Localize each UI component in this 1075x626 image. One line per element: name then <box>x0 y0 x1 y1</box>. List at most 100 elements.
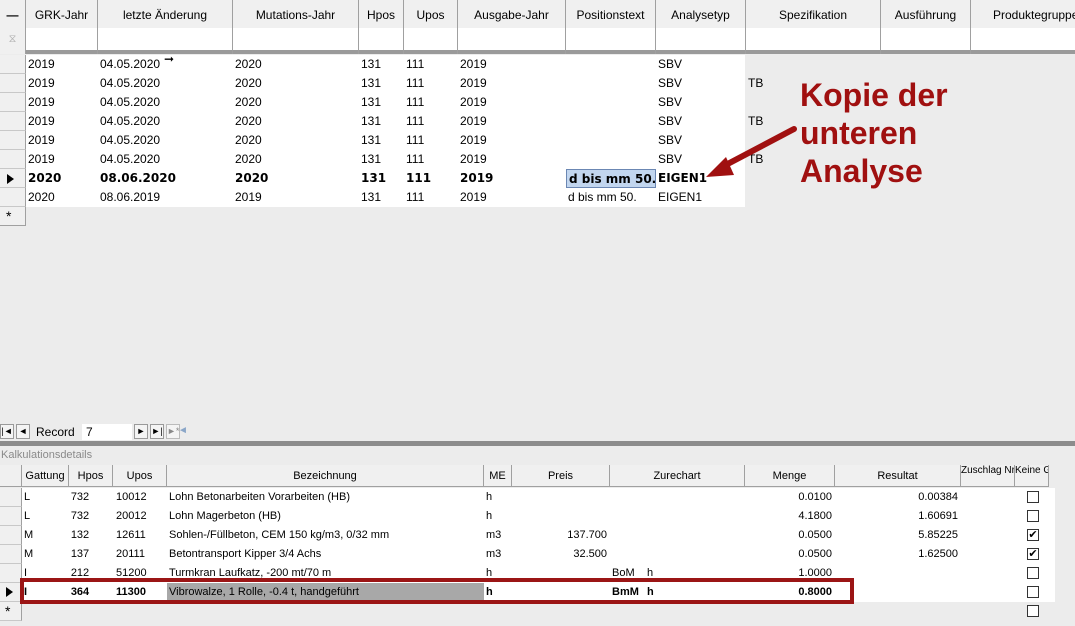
keine-gl-checkbox[interactable] <box>1027 586 1039 598</box>
record-number-input[interactable]: 7 <box>82 424 132 440</box>
cell-result[interactable]: 5.85225 <box>835 526 958 545</box>
cell-upos[interactable]: 111 <box>406 74 424 93</box>
filter-positionstext[interactable] <box>566 28 656 54</box>
record-selector[interactable] <box>0 112 26 131</box>
column-header-produktegruppe[interactable]: Produktegruppe <box>971 0 1075 28</box>
record-selector[interactable] <box>0 93 26 112</box>
filter-mutations-jahr[interactable] <box>233 28 359 54</box>
column-header-analysetyp[interactable]: Analysetyp <box>656 0 746 28</box>
cell-mut[interactable]: 2020 <box>235 131 262 150</box>
cell-result[interactable]: 0.00384 <box>835 488 958 507</box>
cell-grk[interactable]: 2019 <box>28 131 55 150</box>
cell-typ[interactable]: SBV <box>658 112 682 131</box>
column-header-upos[interactable]: Upos <box>404 0 458 28</box>
record-selector[interactable] <box>0 583 22 602</box>
record-selector[interactable] <box>0 131 26 150</box>
record-selector[interactable] <box>0 55 26 74</box>
column-header-bezeichnung[interactable]: Bezeichnung <box>167 465 484 487</box>
cell-gattung[interactable]: L <box>24 507 30 526</box>
cell-ausg[interactable]: 2019 <box>460 55 487 74</box>
cell-pos[interactable]: d bis mm 50. <box>566 169 656 188</box>
table-row[interactable]: 2019 04.05.2020 2020 131 111 2019 SBV ➞ <box>0 52 1075 74</box>
record-selector[interactable] <box>0 74 26 93</box>
cell-gattung[interactable]: M <box>24 545 33 564</box>
cell-spez[interactable]: TB <box>748 74 763 93</box>
keine-gl-checkbox[interactable]: ✔ <box>1027 529 1039 541</box>
cell-aend[interactable]: 04.05.2020 <box>100 93 160 112</box>
column-header-mutations-jahr[interactable]: Mutations-Jahr <box>233 0 359 28</box>
cell-grk[interactable]: 2019 <box>28 93 55 112</box>
cell-grk[interactable]: 2019 <box>28 74 55 93</box>
detail-row[interactable]: M 137 20111 Betontransport Kipper 3/4 Achs m… <box>0 545 1055 564</box>
keine-gl-checkbox[interactable] <box>1027 510 1039 522</box>
cell-aend[interactable]: 04.05.2020 <box>100 112 160 131</box>
keine-gl-checkbox[interactable] <box>1027 491 1039 503</box>
column-header-spezifikation[interactable]: Spezifikation <box>746 0 881 28</box>
column-header-hpos[interactable]: Hpos <box>359 0 404 28</box>
cell-upos[interactable]: 111 <box>406 112 424 131</box>
first-record-button[interactable]: |◄ <box>0 424 14 439</box>
keine-gl-checkbox[interactable] <box>1027 567 1039 579</box>
cell-preis[interactable] <box>512 488 607 507</box>
next-record-button[interactable]: ► <box>134 424 148 439</box>
cell-typ[interactable]: SBV <box>658 150 682 169</box>
cell-hpos[interactable]: 131 <box>361 93 381 112</box>
cell-mut[interactable]: 2020 <box>235 93 262 112</box>
cell-mut[interactable]: 2020 <box>235 150 262 169</box>
column-header-gattung[interactable]: Gattung <box>22 465 69 487</box>
column-header-ausfuehrung[interactable]: Ausführung <box>881 0 971 28</box>
column-header-menge[interactable]: Menge <box>745 465 835 487</box>
cell-typ[interactable]: SBV <box>658 93 682 112</box>
cell-preis[interactable]: 137.700 <box>512 526 607 545</box>
column-header-zurechart[interactable]: Zurechart <box>610 465 745 487</box>
filter-produktegruppe[interactable] <box>971 28 1075 54</box>
cell-ausg[interactable]: 2019 <box>460 131 487 150</box>
cell-upos[interactable]: 111 <box>406 150 424 169</box>
cell-typ[interactable]: SBV <box>658 55 682 74</box>
cell-aend[interactable]: 04.05.2020 <box>100 74 160 93</box>
cell-me[interactable]: m3 <box>486 545 501 564</box>
cell-aend[interactable]: 08.06.2020 <box>100 169 176 188</box>
cell-bez[interactable]: Betontransport Kipper 3/4 Achs <box>169 545 321 564</box>
cell-upos[interactable]: 111 <box>406 188 424 207</box>
cell-result[interactable]: 1.62500 <box>835 545 958 564</box>
record-selector[interactable] <box>0 150 26 169</box>
cell-typ[interactable]: SBV <box>658 74 682 93</box>
record-selector[interactable] <box>0 488 22 507</box>
keine-gl-checkbox[interactable] <box>1027 605 1039 617</box>
cell-me[interactable]: h <box>486 488 492 507</box>
column-header-zuschlag-nr[interactable]: Zuschlag Nr <box>961 465 1015 487</box>
new-record-selector[interactable]: * <box>0 207 26 226</box>
cell-hpos[interactable]: 131 <box>361 131 381 150</box>
cell-hpos[interactable]: 131 <box>361 74 381 93</box>
cell-upos[interactable]: 111 <box>406 55 424 74</box>
cell-menge[interactable]: 0.0500 <box>745 545 832 564</box>
cell-upos[interactable]: 12611 <box>116 526 146 545</box>
cell-ausg[interactable]: 2019 <box>460 93 487 112</box>
subform-corner[interactable] <box>0 465 22 487</box>
cell-aend[interactable]: 04.05.2020 <box>100 150 160 169</box>
column-header-positionstext[interactable]: Positionstext <box>566 0 656 28</box>
cell-upos[interactable]: 111 <box>406 93 424 112</box>
cell-grk[interactable]: 2019 <box>28 55 55 74</box>
last-record-button[interactable]: ►| <box>150 424 164 439</box>
column-header-keine-gl[interactable]: Keine GL <box>1015 465 1049 487</box>
table-row[interactable]: 2020 08.06.2019 2019 131 111 2019 d bis mm 50.… <box>0 188 1075 207</box>
cell-ausg[interactable]: 2019 <box>460 169 493 188</box>
filter-ausfuehrung[interactable] <box>881 28 971 54</box>
cell-bez[interactable]: Lohn Betonarbeiten Vorarbeiten (HB) <box>169 488 350 507</box>
cell-mut[interactable]: 2019 <box>235 188 262 207</box>
cell-upos[interactable]: 20012 <box>116 507 147 526</box>
filter-letzte-aenderung[interactable] <box>98 28 233 54</box>
filter-icon[interactable]: ⧖ <box>0 28 26 54</box>
detail-new-row[interactable]: * <box>0 602 1055 621</box>
cell-hpos[interactable]: 131 <box>361 169 386 188</box>
detail-row[interactable]: L 732 10012 Lohn Betonarbeiten Vorarbeiten … <box>0 488 1055 507</box>
cell-grk[interactable]: 2020 <box>28 169 61 188</box>
cell-typ[interactable]: SBV <box>658 131 682 150</box>
cell-preis[interactable]: 32.500 <box>512 545 607 564</box>
column-header-hpos-sub[interactable]: Hpos <box>69 465 113 487</box>
select-all-corner[interactable]: — <box>0 0 26 28</box>
cell-upos[interactable]: 20111 <box>116 545 145 564</box>
record-selector[interactable] <box>0 169 26 188</box>
